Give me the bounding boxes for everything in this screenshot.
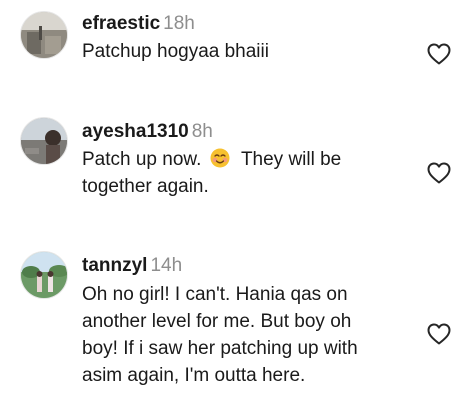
comment-item: efraestic 18h Patchup hogyaa bhaiii xyxy=(0,0,472,90)
comment-text-part: They will be xyxy=(240,149,342,170)
comment-meta: ayesha1310 8h xyxy=(82,120,213,144)
comment-meta: tannzyl 14h xyxy=(82,254,182,278)
comment-line: boy! If i saw her patching up with xyxy=(82,338,358,359)
username[interactable]: ayesha1310 xyxy=(82,121,189,142)
timestamp: 8h xyxy=(191,121,213,142)
heart-outline-icon xyxy=(427,43,451,65)
comment-item: ayesha1310 8h Patch up now. They will be … xyxy=(0,100,472,230)
user-avatar-boats xyxy=(21,12,67,58)
comment-item: tannzyl 14h Oh no girl! I can't. Hania qa… xyxy=(0,240,472,408)
comment-text: Oh no girl! I can't. Hania qas on anothe… xyxy=(82,281,358,389)
user-avatar-portrait xyxy=(21,118,67,164)
heart-outline-icon xyxy=(427,162,451,184)
user-avatar-park xyxy=(21,252,67,298)
comment-line: together again. xyxy=(82,176,209,197)
comment-line: asim again, I'm outta here. xyxy=(82,365,306,386)
comment-line: another level for me. But boy oh xyxy=(82,311,352,332)
avatar[interactable] xyxy=(20,11,68,59)
comment-text: Patch up now. They will be together agai… xyxy=(82,146,341,200)
comment-text-part: Patch up now. xyxy=(82,149,202,170)
username[interactable]: efraestic xyxy=(82,13,160,34)
like-button[interactable] xyxy=(427,43,451,65)
comment-line: Patchup hogyaa bhaiii xyxy=(82,41,269,62)
avatar[interactable] xyxy=(20,117,68,165)
like-button[interactable] xyxy=(427,323,451,345)
timestamp: 14h xyxy=(150,255,183,276)
avatar[interactable] xyxy=(20,251,68,299)
like-button[interactable] xyxy=(427,162,451,184)
username[interactable]: tannzyl xyxy=(82,255,147,276)
heart-outline-icon xyxy=(427,323,451,345)
comment-text: Patchup hogyaa bhaiii xyxy=(82,38,269,65)
comment-meta: efraestic 18h xyxy=(82,12,195,36)
comment-line: Patch up now. They will be xyxy=(82,146,341,173)
comment-line: Oh no girl! I can't. Hania qas on xyxy=(82,284,348,305)
smiling-blush-emoji xyxy=(210,148,230,168)
timestamp: 18h xyxy=(163,13,195,34)
